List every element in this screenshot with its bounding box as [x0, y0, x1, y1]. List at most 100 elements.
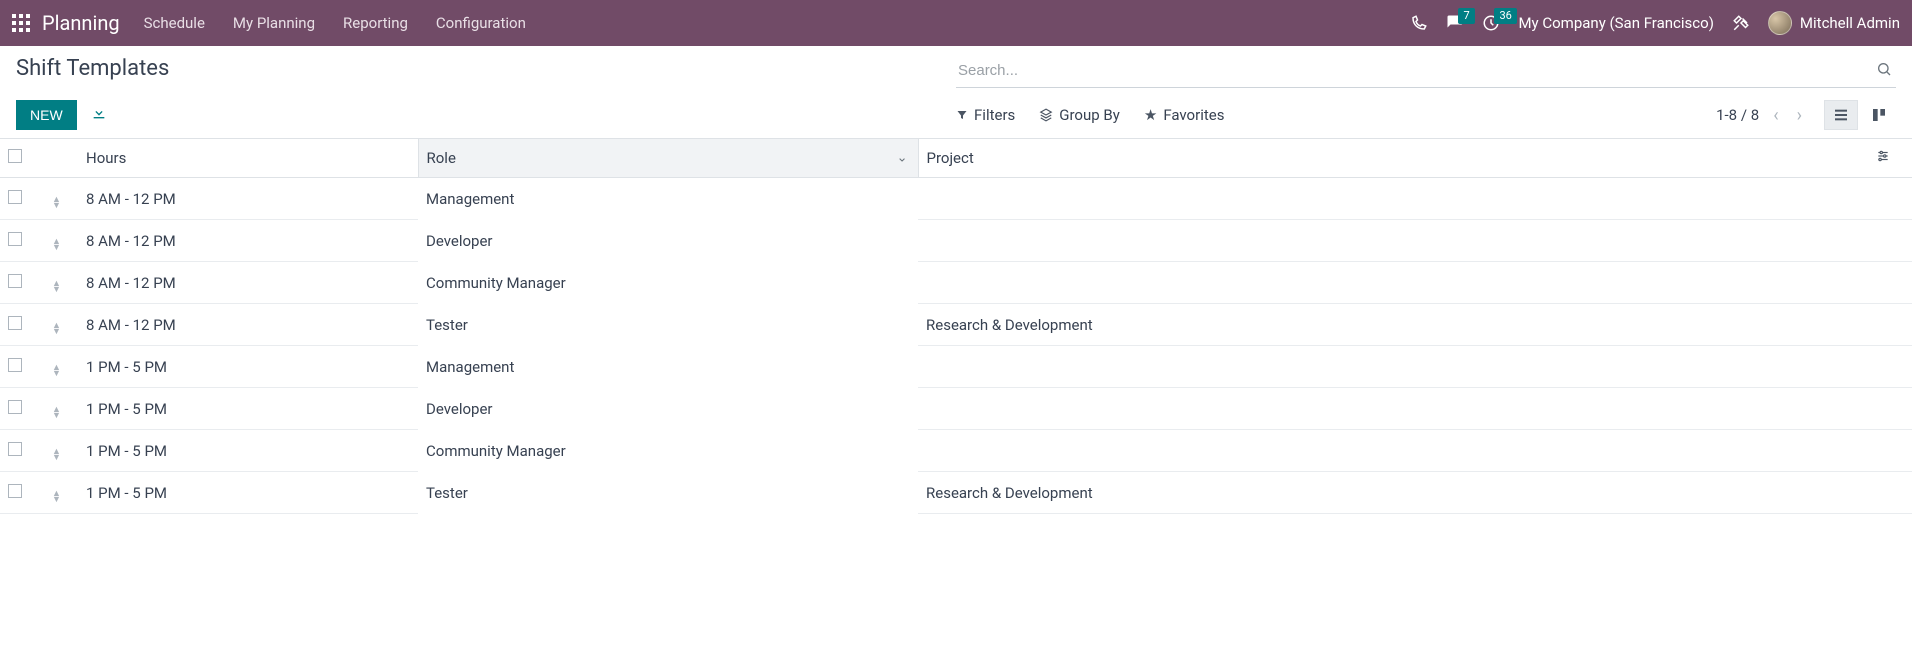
row-handle-cell: ▲▼	[44, 304, 78, 346]
menu-my-planning[interactable]: My Planning	[233, 14, 315, 32]
cell-hours[interactable]: 8 AM - 12 PM	[78, 178, 418, 220]
row-handle-cell: ▲▼	[44, 346, 78, 388]
row-checkbox[interactable]	[8, 442, 22, 456]
download-icon[interactable]	[91, 105, 107, 125]
user-name: Mitchell Admin	[1800, 14, 1900, 32]
row-checkbox-cell	[0, 220, 44, 262]
pager-range[interactable]: 1-8 / 8	[1716, 106, 1759, 124]
drag-handle-icon[interactable]: ▲▼	[52, 491, 61, 503]
header-role-label: Role	[427, 149, 456, 167]
user-menu[interactable]: Mitchell Admin	[1768, 11, 1900, 35]
header-project[interactable]: Project	[918, 139, 1868, 178]
row-checkbox-cell	[0, 178, 44, 220]
drag-handle-icon[interactable]: ▲▼	[52, 407, 61, 419]
main-menu: Schedule My Planning Reporting Configura…	[144, 14, 526, 32]
column-options-icon[interactable]	[1876, 149, 1890, 167]
drag-handle-icon[interactable]: ▲▼	[52, 323, 61, 335]
cell-hours[interactable]: 1 PM - 5 PM	[78, 472, 418, 514]
row-checkbox[interactable]	[8, 484, 22, 498]
header-options-cell	[1868, 139, 1912, 178]
cell-project[interactable]: Research & Development	[918, 472, 1868, 514]
header-hours[interactable]: Hours	[78, 139, 418, 178]
cell-role[interactable]: Community Manager	[418, 262, 918, 304]
header-handle-cell	[44, 139, 78, 178]
company-selector[interactable]: My Company (San Francisco)	[1518, 14, 1713, 32]
activities-icon[interactable]: 36	[1482, 14, 1500, 32]
cell-options	[1868, 346, 1912, 388]
cell-project[interactable]	[918, 220, 1868, 262]
row-checkbox-cell	[0, 346, 44, 388]
search-bar[interactable]	[956, 56, 1896, 88]
table-row[interactable]: ▲▼ 1 PM - 5 PMDeveloper	[0, 388, 1912, 430]
cell-options	[1868, 304, 1912, 346]
cell-role[interactable]: Developer	[418, 220, 918, 262]
table-row[interactable]: ▲▼ 1 PM - 5 PMManagement	[0, 346, 1912, 388]
search-icon[interactable]	[1872, 61, 1896, 81]
select-all-checkbox[interactable]	[8, 149, 22, 163]
cell-project[interactable]	[918, 262, 1868, 304]
app-brand[interactable]: Planning	[42, 11, 120, 35]
cell-options	[1868, 430, 1912, 472]
row-checkbox[interactable]	[8, 190, 22, 204]
pager-next-icon[interactable]: ›	[1793, 105, 1806, 126]
row-handle-cell: ▲▼	[44, 472, 78, 514]
cell-options	[1868, 178, 1912, 220]
cell-role[interactable]: Community Manager	[418, 430, 918, 472]
cell-hours[interactable]: 8 AM - 12 PM	[78, 304, 418, 346]
favorites-button[interactable]: ★ Favorites	[1144, 106, 1225, 124]
cell-role[interactable]: Tester	[418, 472, 918, 514]
search-options: Filters Group By ★ Favorites	[956, 106, 1224, 124]
menu-schedule[interactable]: Schedule	[144, 14, 205, 32]
row-checkbox[interactable]	[8, 400, 22, 414]
groupby-button[interactable]: Group By	[1039, 106, 1120, 124]
pager-prev-icon[interactable]: ‹	[1769, 105, 1782, 126]
row-handle-cell: ▲▼	[44, 178, 78, 220]
cell-project[interactable]	[918, 430, 1868, 472]
new-button[interactable]: NEW	[16, 100, 77, 130]
header-role[interactable]: Role ⌄	[418, 139, 918, 178]
table-row[interactable]: ▲▼ 1 PM - 5 PMCommunity Manager	[0, 430, 1912, 472]
debug-icon[interactable]	[1732, 14, 1750, 32]
menu-configuration[interactable]: Configuration	[436, 14, 526, 32]
table-header-row: Hours Role ⌄ Project	[0, 139, 1912, 178]
list-view-button[interactable]	[1824, 100, 1858, 130]
cell-role[interactable]: Management	[418, 346, 918, 388]
row-checkbox[interactable]	[8, 274, 22, 288]
drag-handle-icon[interactable]: ▲▼	[52, 197, 61, 209]
messages-icon[interactable]: 7	[1446, 14, 1464, 32]
cell-role[interactable]: Management	[418, 178, 918, 220]
shift-templates-table: Hours Role ⌄ Project ▲▼8 AM - 12 PMManag…	[0, 139, 1912, 514]
cell-project[interactable]	[918, 346, 1868, 388]
drag-handle-icon[interactable]: ▲▼	[52, 365, 61, 377]
table-row[interactable]: ▲▼ 8 AM - 12 PMManagement	[0, 178, 1912, 220]
apps-icon[interactable]	[12, 14, 30, 32]
voip-icon[interactable]	[1410, 14, 1428, 32]
kanban-view-button[interactable]	[1862, 100, 1896, 130]
cell-role[interactable]: Tester	[418, 304, 918, 346]
cell-hours[interactable]: 1 PM - 5 PM	[78, 388, 418, 430]
table-row[interactable]: ▲▼ 8 AM - 12 PMTesterResearch & Developme…	[0, 304, 1912, 346]
search-input[interactable]	[956, 58, 1872, 83]
cell-hours[interactable]: 8 AM - 12 PM	[78, 262, 418, 304]
cell-role[interactable]: Developer	[418, 388, 918, 430]
table-row[interactable]: ▲▼ 8 AM - 12 PMCommunity Manager	[0, 262, 1912, 304]
row-checkbox[interactable]	[8, 316, 22, 330]
row-checkbox[interactable]	[8, 358, 22, 372]
drag-handle-icon[interactable]: ▲▼	[52, 281, 61, 293]
cell-project[interactable]: Research & Development	[918, 304, 1868, 346]
cell-options	[1868, 472, 1912, 514]
control-panel: Shift Templates NEW Filters	[0, 46, 1912, 139]
cell-project[interactable]	[918, 178, 1868, 220]
table-row[interactable]: ▲▼ 1 PM - 5 PMTesterResearch & Developmen…	[0, 472, 1912, 514]
row-checkbox-cell	[0, 430, 44, 472]
cell-project[interactable]	[918, 388, 1868, 430]
menu-reporting[interactable]: Reporting	[343, 14, 408, 32]
cell-hours[interactable]: 1 PM - 5 PM	[78, 430, 418, 472]
drag-handle-icon[interactable]: ▲▼	[52, 449, 61, 461]
row-checkbox[interactable]	[8, 232, 22, 246]
drag-handle-icon[interactable]: ▲▼	[52, 239, 61, 251]
table-row[interactable]: ▲▼ 8 AM - 12 PMDeveloper	[0, 220, 1912, 262]
filters-button[interactable]: Filters	[956, 106, 1015, 124]
cell-hours[interactable]: 8 AM - 12 PM	[78, 220, 418, 262]
cell-hours[interactable]: 1 PM - 5 PM	[78, 346, 418, 388]
